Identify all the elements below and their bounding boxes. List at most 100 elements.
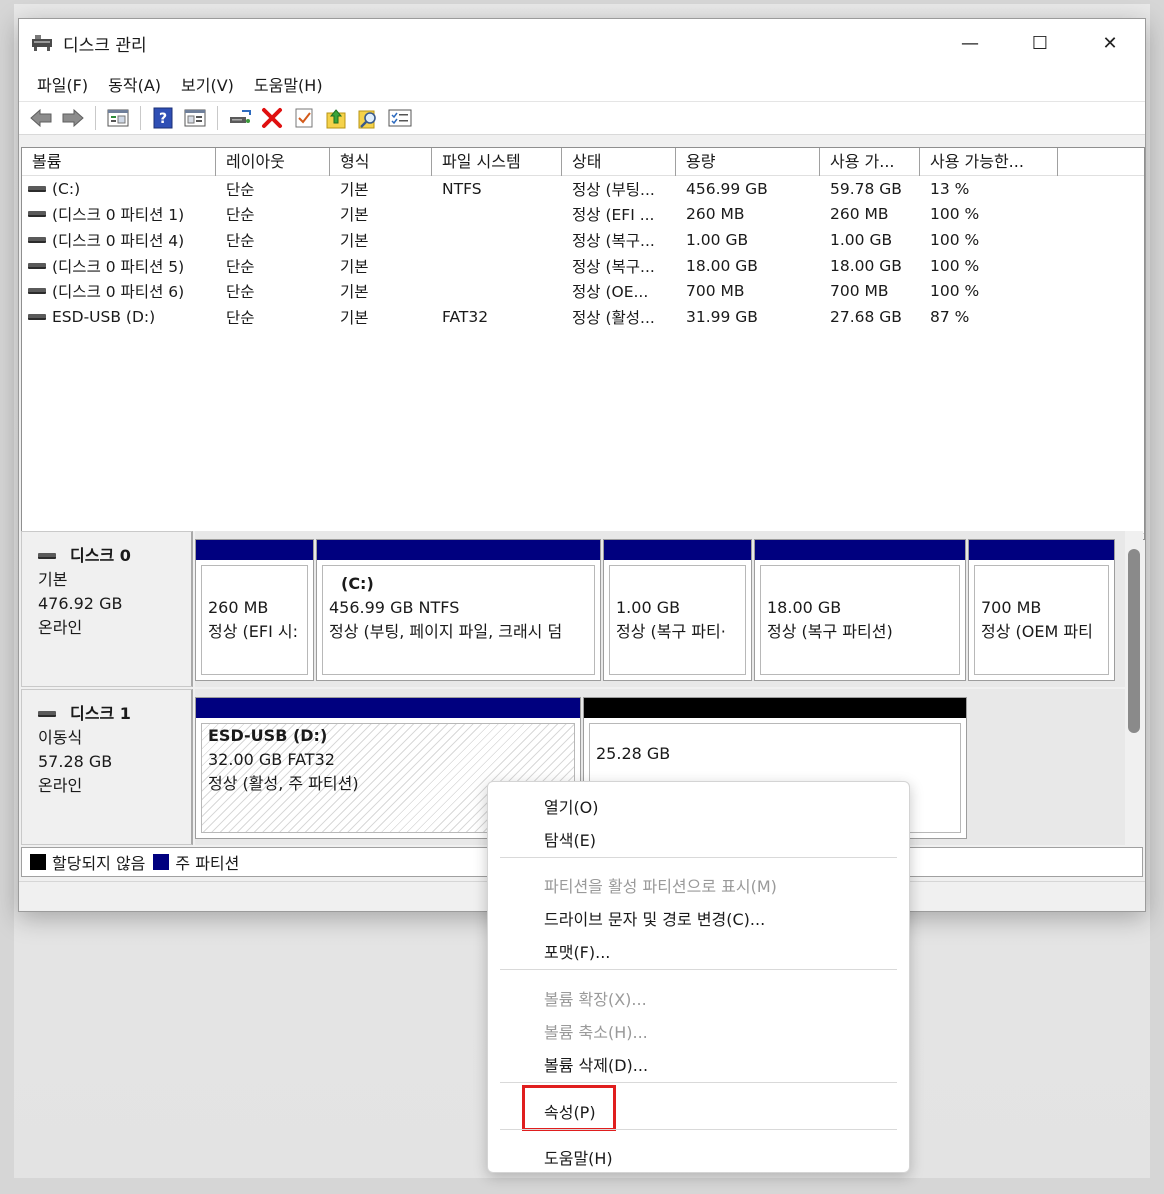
cell-percent-free: 100 % — [930, 282, 980, 301]
column-header-layout[interactable]: 레이아웃 — [216, 148, 330, 176]
toolbar-separator — [217, 106, 218, 130]
disk-0-size: 476.92 GB — [38, 594, 123, 613]
table-row[interactable]: (디스크 0 파티션 1) 단순 기본 정상 (EFI ... 260 MB 260 MB… — [22, 202, 1144, 228]
cell-free-space: 1.00 GB — [830, 230, 893, 249]
cell-layout: 단순 — [226, 206, 255, 225]
cell-percent-free: 13 % — [930, 179, 970, 198]
table-row[interactable]: (디스크 0 파티션 4) 단순 기본 정상 (복구... 1.00 GB 1.00 GB… — [22, 227, 1144, 253]
scrollbar-thumb[interactable] — [1128, 549, 1140, 733]
drive-icon — [28, 262, 46, 269]
column-header-volume[interactable]: 볼륨 — [22, 148, 216, 176]
cell-status: 정상 (복구... — [572, 231, 655, 250]
checklist-icon[interactable] — [291, 106, 317, 130]
properties-view-icon[interactable] — [182, 106, 208, 130]
menu-item-change-drive-letter[interactable]: 드라이브 문자 및 경로 변경(C)... — [544, 906, 765, 930]
disk-0-label[interactable]: 디스크 0 기본 476.92 GB 온라인 — [21, 531, 193, 687]
cell-capacity: 1.00 GB — [686, 230, 749, 249]
cell-free-space: 59.78 GB — [830, 179, 902, 198]
cell-type: 기본 — [340, 180, 369, 199]
cell-volume: (디스크 0 파티션 4) — [22, 229, 216, 251]
column-header-status[interactable]: 상태 — [562, 148, 676, 176]
legend-label-unallocated: 할당되지 않음 — [52, 854, 146, 873]
partition-c[interactable]: (C:) 456.99 GB NTFS 정상 (부팅, 페이지 파일, 크래시 … — [316, 539, 601, 681]
partition-body: (C:) 456.99 GB NTFS 정상 (부팅, 페이지 파일, 크래시 … — [322, 565, 595, 675]
partition-recovery-1[interactable]: 1.00 GB 정상 (복구 파티· — [603, 539, 752, 681]
back-icon[interactable] — [28, 106, 54, 130]
column-header-percent-free[interactable]: 사용 가능한... — [920, 148, 1058, 176]
menu-item-explore[interactable]: 탐색(E) — [544, 827, 596, 851]
title-bar: 디스크 관리 — ☐ ✕ — [19, 19, 1145, 67]
cell-layout: 단순 — [226, 308, 255, 327]
cell-volume: (디스크 0 파티션 5) — [22, 255, 216, 277]
column-header-free-space[interactable]: 사용 가... — [820, 148, 920, 176]
table-row[interactable]: (디스크 0 파티션 6) 단순 기본 정상 (OE... 700 MB 700 MB 10… — [22, 278, 1144, 304]
column-header-type[interactable]: 형식 — [330, 148, 432, 176]
partition-status: 정상 (OEM 파티 — [981, 622, 1093, 641]
menu-item-extend-volume: 볼륨 확장(X)... — [544, 990, 647, 1009]
menu-item-help[interactable]: 도움말(H) — [544, 1145, 613, 1169]
menu-file[interactable]: 파일(F) — [27, 72, 98, 96]
help-icon[interactable]: ? — [150, 106, 176, 130]
disk-1-status: 온라인 — [38, 776, 83, 795]
partition-status: 정상 (부팅, 페이지 파일, 크래시 덤 — [329, 622, 563, 641]
disk-pane-scrollbar[interactable] — [1125, 531, 1143, 863]
volume-name: (디스크 0 파티션 1) — [52, 206, 185, 225]
delete-icon[interactable] — [259, 106, 285, 130]
column-header-filesystem[interactable]: 파일 시스템 — [432, 148, 562, 176]
show-hide-tree-icon[interactable] — [105, 106, 131, 130]
list-view-icon[interactable] — [387, 106, 413, 130]
menu-item-properties[interactable]: 속성(P) — [544, 1099, 596, 1123]
menu-bar: 파일(F) 동작(A) 보기(V) 도움말(H) — [19, 67, 1145, 101]
menu-item-open[interactable]: 열기(O) — [544, 794, 599, 818]
partition-size: 32.00 GB FAT32 — [208, 750, 335, 769]
cell-free-space: 18.00 GB — [830, 256, 902, 275]
partition-recovery-2[interactable]: 18.00 GB 정상 (복구 파티션) — [754, 539, 966, 681]
up-arrow-icon[interactable] — [323, 106, 349, 130]
menu-separator — [500, 1129, 897, 1130]
cell-volume: (디스크 0 파티션 1) — [22, 203, 216, 225]
menu-action[interactable]: 동작(A) — [98, 72, 171, 96]
cell-percent-free: 100 % — [930, 205, 980, 224]
partition-bar — [317, 540, 600, 560]
cell-capacity: 456.99 GB — [686, 179, 768, 198]
partition-title — [208, 572, 301, 596]
connect-drive-icon[interactable] — [227, 106, 253, 130]
drive-icon — [28, 236, 46, 243]
partition-size: 456.99 GB NTFS — [329, 598, 460, 617]
cell-capacity: 700 MB — [686, 282, 745, 301]
table-row[interactable]: (C:) 단순 기본 NTFS 정상 (부팅... 456.99 GB 59.78 GB 13… — [22, 176, 1144, 202]
cell-volume: ESD-USB (D:) — [22, 308, 216, 326]
partition-efi[interactable]: 260 MB 정상 (EFI 시: — [195, 539, 314, 681]
search-icon[interactable] — [355, 106, 381, 130]
disk-0-type: 기본 — [38, 570, 68, 589]
minimize-button[interactable]: — — [935, 19, 1005, 67]
disk-1-size: 57.28 GB — [38, 752, 113, 771]
table-row[interactable]: (디스크 0 파티션 5) 단순 기본 정상 (복구... 18.00 GB 18.00 … — [22, 253, 1144, 279]
maximize-button[interactable]: ☐ — [1005, 19, 1075, 67]
drive-icon — [38, 711, 56, 717]
cell-filesystem: FAT32 — [442, 307, 489, 326]
partition-title — [616, 572, 739, 596]
cell-type: 기본 — [340, 308, 369, 327]
table-row[interactable]: ESD-USB (D:) 단순 기본 FAT32 정상 (활성... 31.99 GB 27… — [22, 304, 1144, 330]
menu-help[interactable]: 도움말(H) — [244, 72, 333, 96]
close-button[interactable]: ✕ — [1075, 19, 1145, 67]
volume-name: (디스크 0 파티션 4) — [52, 231, 185, 250]
menu-separator — [500, 969, 897, 970]
menu-separator — [500, 1082, 897, 1083]
menu-item-format[interactable]: 포맷(F)... — [544, 939, 610, 963]
forward-icon[interactable] — [60, 106, 86, 130]
cell-volume: (C:) — [22, 180, 216, 198]
partition-oem[interactable]: 700 MB 정상 (OEM 파티 — [968, 539, 1115, 681]
partition-status: 정상 (복구 파티션) — [767, 622, 893, 641]
drive-icon — [28, 288, 46, 295]
menu-view[interactable]: 보기(V) — [171, 72, 244, 96]
column-header-capacity[interactable]: 용량 — [676, 148, 820, 176]
cell-percent-free: 100 % — [930, 256, 980, 275]
menu-item-delete-volume[interactable]: 볼륨 삭제(D)... — [544, 1052, 648, 1076]
toolbar-separator — [140, 106, 141, 130]
disk-1-label[interactable]: 디스크 1 이동식 57.28 GB 온라인 — [21, 689, 193, 845]
toolbar: ? — [19, 101, 1145, 135]
disk-0-row: 디스크 0 기본 476.92 GB 온라인 260 MB 정상 (EFI 시: — [21, 531, 1127, 687]
cell-status: 정상 (활성... — [572, 308, 655, 327]
